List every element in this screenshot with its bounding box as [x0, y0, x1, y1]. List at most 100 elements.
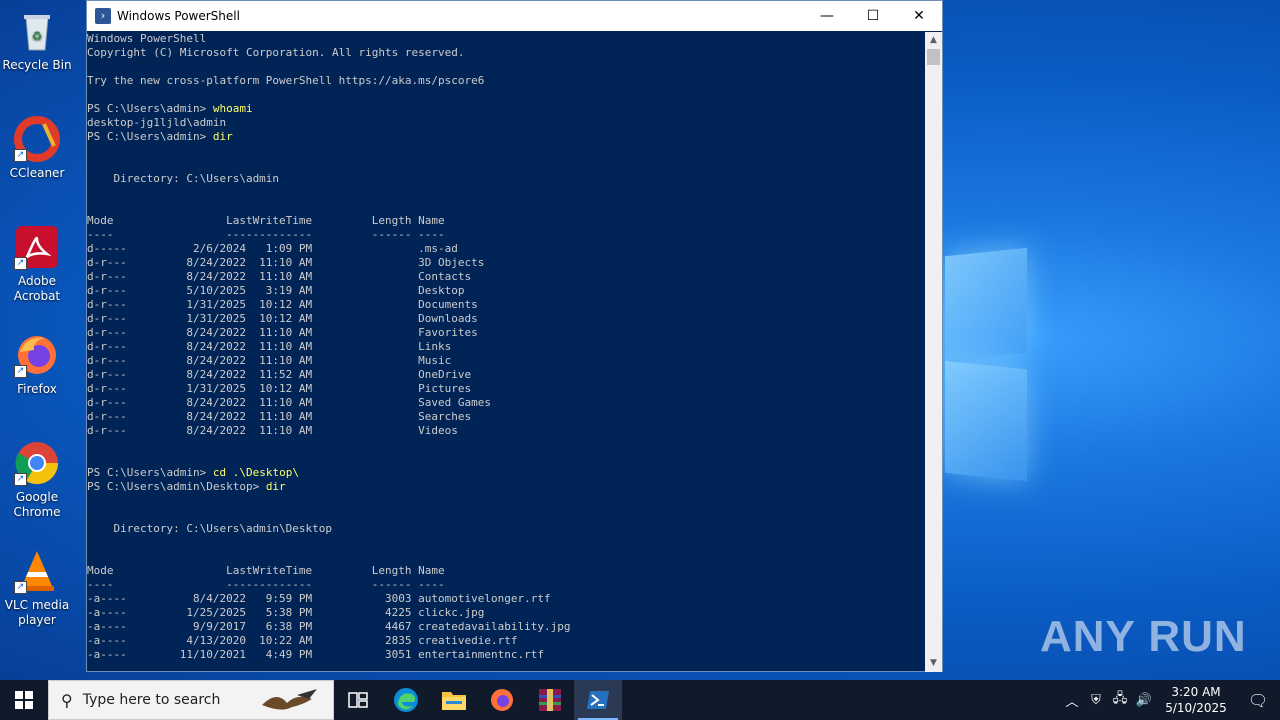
desktop-icon-ccleaner[interactable]: ↗ CCleaner: [0, 116, 74, 181]
firefox-icon: ↗: [14, 332, 60, 378]
console-line: PS C:\Users\admin> dir: [87, 130, 925, 144]
console-line-text: d-r--- 5/10/2025 3:19 AM Desktop: [87, 284, 465, 297]
console-line-text: [87, 438, 94, 451]
console-line: d-r--- 8/24/2022 11:10 AM Music: [87, 354, 925, 368]
console-line: PS C:\Users\admin> cd .\Desktop\: [87, 466, 925, 480]
taskbar-firefox[interactable]: [478, 680, 526, 720]
console-line: [87, 144, 925, 158]
console-line-text: d-r--- 8/24/2022 11:10 AM 3D Objects: [87, 256, 485, 269]
recycle-bin-icon: ♻: [14, 8, 60, 54]
chevron-up-icon[interactable]: ︿: [1060, 691, 1084, 710]
desktop-icon-recycle-bin[interactable]: ♻ Recycle Bin: [0, 8, 74, 73]
console-line-text: Try the new cross-platform PowerShell ht…: [87, 74, 485, 87]
console-line: d-r--- 5/10/2025 3:19 AM Desktop: [87, 284, 925, 298]
clock-date: 5/10/2025: [1165, 701, 1227, 715]
console-line: [87, 60, 925, 74]
console-command: whoami: [212, 102, 253, 115]
window-titlebar[interactable]: › Windows PowerShell — ☐ ✕: [87, 1, 942, 31]
console-line: Copyright (C) Microsoft Corporation. All…: [87, 46, 925, 60]
maximize-button[interactable]: ☐: [850, 1, 896, 31]
console-line-text: Windows PowerShell: [87, 32, 207, 45]
powershell-icon: [587, 691, 609, 709]
start-button[interactable]: [0, 680, 48, 720]
taskbar-file-explorer[interactable]: [430, 680, 478, 720]
console-line-text: -a---- 1/25/2025 5:38 PM 4225 clickc.jpg: [87, 606, 485, 619]
console-line: [87, 550, 925, 564]
console-line-text: PS C:\Users\admin\Desktop>: [87, 480, 266, 493]
console-line: d-r--- 8/24/2022 11:10 AM Saved Games: [87, 396, 925, 410]
console-line: -a---- 4/13/2020 10:22 AM 2835 creatived…: [87, 634, 925, 648]
console-command: cd .\Desktop\: [212, 466, 299, 479]
console-text: Windows PowerShell Copyright (C) Microsof…: [87, 32, 925, 662]
console-line-text: [87, 186, 94, 199]
edge-icon: [394, 688, 418, 712]
console-line-text: d-r--- 1/31/2025 10:12 AM Documents: [87, 298, 478, 311]
console-line-text: d-r--- 8/24/2022 11:10 AM Music: [87, 354, 452, 367]
console-line: d-r--- 8/24/2022 11:52 AM OneDrive: [87, 368, 925, 382]
console-line-text: ---- ------------- ------ ----: [87, 578, 445, 591]
console-line: d-r--- 8/24/2022 11:10 AM Searches: [87, 410, 925, 424]
console-line: ---- ------------- ------ ----: [87, 228, 925, 242]
security-icon[interactable]: ⛨: [1084, 693, 1108, 708]
notification-icon[interactable]: 🗨: [1236, 691, 1280, 710]
console-line-text: PS C:\Users\admin>: [87, 466, 213, 479]
console-line: d-r--- 8/24/2022 11:10 AM Links: [87, 340, 925, 354]
scroll-down-arrow-icon[interactable]: ▼: [925, 655, 942, 672]
window-title: Windows PowerShell: [117, 9, 240, 23]
console-line-text: desktop-jg1ljld\admin: [87, 116, 227, 129]
winrar-icon: [539, 689, 561, 711]
taskbar-winrar[interactable]: [526, 680, 574, 720]
network-icon[interactable]: 🖧: [1108, 689, 1132, 711]
console-line: Windows PowerShell: [87, 32, 925, 46]
console-line-text: -a---- 4/13/2020 10:22 AM 2835 creatived…: [87, 634, 518, 647]
console-line: PS C:\Users\admin> whoami: [87, 102, 925, 116]
console-line: [87, 200, 925, 214]
console-line-text: d-r--- 1/31/2025 10:12 AM Pictures: [87, 382, 472, 395]
console-line-text: [87, 144, 94, 157]
folder-icon: [442, 692, 466, 710]
console-command: dir: [212, 130, 233, 143]
console-line-text: d-r--- 8/24/2022 11:10 AM Contacts: [87, 270, 472, 283]
console-output[interactable]: Windows PowerShell Copyright (C) Microsof…: [87, 32, 925, 672]
console-line: d-r--- 1/31/2025 10:12 AM Downloads: [87, 312, 925, 326]
taskbar: ⚲ Type here to search ︿ ⛨ 🖧 🔊 3:20 AM 5/…: [0, 680, 1280, 720]
console-line-text: [87, 60, 94, 73]
console-line-text: d-r--- 8/24/2022 11:52 AM OneDrive: [87, 368, 472, 381]
console-line: [87, 494, 925, 508]
console-line-text: -a---- 8/4/2022 9:59 PM 3003 automotivel…: [87, 592, 551, 605]
console-line-text: [87, 158, 94, 171]
chrome-icon: ↗: [14, 440, 60, 486]
powershell-window[interactable]: › Windows PowerShell — ☐ ✕ Windows Power…: [86, 0, 943, 672]
console-line-text: ---- ------------- ------ ----: [87, 228, 445, 241]
console-line-text: [87, 452, 94, 465]
console-line: Mode LastWriteTime Length Name: [87, 214, 925, 228]
close-button[interactable]: ✕: [896, 1, 942, 31]
console-line: d-r--- 1/31/2025 10:12 AM Documents: [87, 298, 925, 312]
console-line-text: Directory: C:\Users\admin\Desktop: [87, 522, 333, 535]
task-view-button[interactable]: [334, 680, 382, 720]
console-line: d-r--- 8/24/2022 11:10 AM Videos: [87, 424, 925, 438]
console-line-text: [87, 88, 94, 101]
vertical-scrollbar[interactable]: ▲ ▼: [925, 32, 942, 672]
console-line-text: d----- 2/6/2024 1:09 PM .ms-ad: [87, 242, 458, 255]
console-line: d-r--- 1/31/2025 10:12 AM Pictures: [87, 382, 925, 396]
task-view-icon: [348, 692, 368, 708]
taskbar-powershell[interactable]: [574, 680, 622, 720]
desktop-icon-firefox[interactable]: ↗ Firefox: [0, 332, 74, 397]
desktop-icon-google-chrome[interactable]: ↗ Google Chrome: [0, 440, 74, 520]
taskbar-search-box[interactable]: ⚲ Type here to search: [48, 680, 334, 720]
taskbar-edge[interactable]: [382, 680, 430, 720]
scrollbar-thumb[interactable]: [927, 49, 940, 65]
volume-icon[interactable]: 🔊: [1132, 693, 1156, 708]
taskbar-clock[interactable]: 3:20 AM 5/10/2025: [1156, 684, 1236, 716]
scroll-up-arrow-icon[interactable]: ▲: [925, 32, 942, 49]
console-line: [87, 88, 925, 102]
console-line: -a---- 11/10/2021 4:49 PM 3051 entertain…: [87, 648, 925, 662]
minimize-button[interactable]: —: [804, 1, 850, 31]
desktop-icon-vlc[interactable]: ↗ VLC media player: [0, 548, 74, 628]
console-line: [87, 536, 925, 550]
desktop-icon-adobe-acrobat[interactable]: ↗ Adobe Acrobat: [0, 224, 74, 304]
svg-text:♻: ♻: [32, 29, 43, 43]
console-line: Try the new cross-platform PowerShell ht…: [87, 74, 925, 88]
anyrun-watermark: ANY RUN: [1040, 612, 1247, 661]
